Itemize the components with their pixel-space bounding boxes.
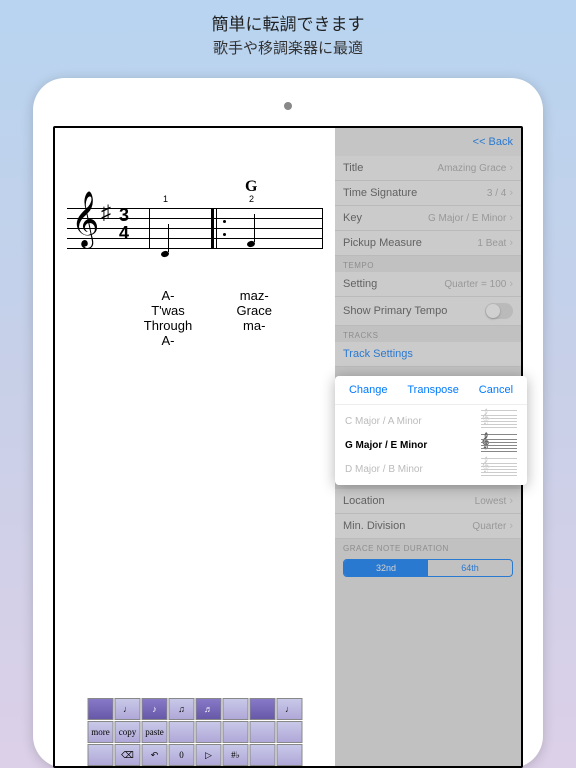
setting-mindiv[interactable]: Min. DivisionQuarter› [335,514,521,539]
settings-pane: << Back TitleAmazing Grace› Time Signatu… [335,128,521,766]
seg-32nd[interactable]: 32nd [344,560,428,576]
palette-btn[interactable] [277,744,303,766]
palette-btn[interactable] [223,698,249,720]
palette-btn[interactable] [196,721,222,743]
palette-paste[interactable]: paste [142,721,168,743]
tracks-section-label: TRACKS [335,326,521,342]
score-pane: 𝄞 ♯ 34 1 G 2 [55,128,335,766]
palette-undo[interactable]: ↶ [142,744,168,766]
palette-zero[interactable]: 0 [169,744,195,766]
setting-show-primary[interactable]: Show Primary Tempo [335,297,521,326]
palette-play[interactable]: ▷ [196,744,222,766]
palette-btn[interactable] [250,744,276,766]
palette-more[interactable]: more [88,721,114,743]
palette-btn[interactable] [88,698,114,720]
track-settings-link[interactable]: Track Settings [335,342,521,367]
palette-btn[interactable]: ♫ [169,698,195,720]
grace-segmented[interactable]: 32nd 64th [343,559,513,577]
palette-btn[interactable]: ♩ [277,698,303,720]
repeat-barline [211,208,217,248]
fingering-2: 2 [249,194,254,204]
promo-title: 簡単に転調できます [0,10,576,35]
palette-btn[interactable] [250,698,276,720]
key-option[interactable]: C Major / A Minor𝄞 [335,409,527,433]
palette-btn[interactable]: ♩ [115,698,141,720]
transpose-button[interactable]: Transpose [407,384,459,396]
palette-btn[interactable] [250,721,276,743]
promo-subtitle: 歌手や移調楽器に最適 [0,37,576,58]
palette-btn[interactable]: ♪ [142,698,168,720]
key-popover: Change Transpose Cancel C Major / A Mino… [335,376,527,485]
palette-btn[interactable] [223,721,249,743]
palette-btn[interactable] [88,744,114,766]
back-button[interactable]: << Back [473,136,513,148]
fingering-1: 1 [163,194,168,204]
palette-accidental[interactable]: #♭ [223,744,249,766]
palette-copy[interactable]: copy [115,721,141,743]
palette-erase[interactable]: ⌫ [115,744,141,766]
setting-key[interactable]: KeyG Major / E Minor› [335,206,521,231]
camera-dot [284,102,292,110]
music-staff: 𝄞 ♯ 34 1 G 2 [67,208,323,248]
palette-btn[interactable] [169,721,195,743]
ipad-frame: 𝄞 ♯ 34 1 G 2 [33,78,543,768]
note-palette: ♩ ♪ ♫ ♬ ♩ more copy paste ⌫ [88,698,303,766]
cancel-button[interactable]: Cancel [479,384,513,396]
tempo-section-label: TEMPO [335,256,521,272]
setting-timesig[interactable]: Time Signature3 / 4› [335,181,521,206]
change-button[interactable]: Change [349,384,388,396]
palette-btn[interactable]: ♬ [196,698,222,720]
treble-clef-icon: 𝄞 [71,196,99,244]
time-signature: 34 [119,206,129,242]
lyrics-block: A- T'was Through A- maz- Grace ma- [125,288,325,348]
key-signature-sharp: ♯ [101,202,111,225]
palette-btn[interactable] [277,721,303,743]
key-option[interactable]: D Major / B Minor𝄞 [335,457,527,481]
toggle[interactable] [485,303,513,319]
grace-section-label: GRACE NOTE DURATION [335,539,521,555]
setting-pickup[interactable]: Pickup Measure1 Beat› [335,231,521,256]
key-picker[interactable]: C Major / A Minor𝄞 G Major / E Minor𝄞 D … [335,405,527,485]
setting-title[interactable]: TitleAmazing Grace› [335,156,521,181]
setting-tempo[interactable]: SettingQuarter = 100› [335,272,521,297]
seg-64th[interactable]: 64th [428,560,512,576]
key-option-selected[interactable]: G Major / E Minor𝄞 [335,433,527,457]
setting-location[interactable]: LocationLowest› [335,489,521,514]
